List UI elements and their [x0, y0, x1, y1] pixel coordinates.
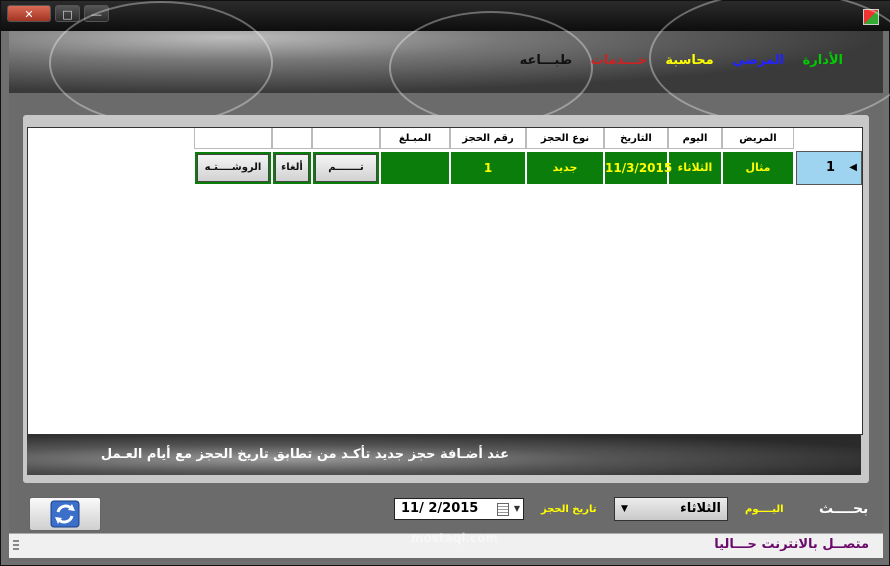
notice-banner: عند أضـافة حجز جديد تأكـد من تطابق تاريخ…: [27, 435, 861, 475]
row-header[interactable]: ◀ 1: [796, 151, 862, 185]
col-header-amount[interactable]: المبـلغ: [380, 128, 450, 149]
day-label: اليــــوم: [745, 504, 784, 515]
chevron-down-icon[interactable]: ▼: [621, 498, 628, 520]
cancel-button[interactable]: ألغاء: [275, 154, 309, 182]
connection-status: متصــل بالانترنت حـــاليا: [714, 537, 869, 552]
menu-item-patients[interactable]: المرضي: [732, 53, 784, 68]
menu-item-print[interactable]: طبـــاعه: [520, 53, 573, 68]
bookings-panel: المريض اليوم التاريخ نوع الحجز رقم الحجز…: [23, 115, 869, 483]
col-header-patient[interactable]: المريض: [722, 128, 794, 149]
cell-prescription: الروشــــتـه: [194, 151, 272, 185]
menu-item-services[interactable]: خـــدمات: [591, 53, 647, 68]
cell-done: تـــــــم: [312, 151, 380, 185]
notice-text: عند أضـافة حجز جديد تأكـد من تطابق تاريخ…: [100, 447, 509, 462]
cell-booking-type[interactable]: جديد: [526, 151, 604, 185]
col-header-booking-type[interactable]: نوع الحجز: [526, 128, 604, 149]
main-content: الأدارة المرضي محاسبة خـــدمات طبـــاعه …: [9, 0, 890, 561]
booking-date-value: 11/ 2/2015: [401, 501, 479, 516]
watermark: mostaql.com: [411, 531, 498, 545]
resize-grip-icon[interactable]: [13, 540, 19, 552]
app-window: ✕ □ — الأدارة المرضي محاسبة خـــدمات طبـ…: [0, 0, 890, 566]
search-label[interactable]: بحــــث: [819, 501, 868, 517]
bookings-grid[interactable]: المريض اليوم التاريخ نوع الحجز رقم الحجز…: [27, 127, 863, 435]
menu-item-admin[interactable]: الأدارة: [803, 53, 843, 68]
col-header-prescription: [194, 128, 272, 149]
day-select[interactable]: ▼ الثلاثاء: [614, 497, 728, 521]
cell-cancel: ألغاء: [272, 151, 312, 185]
cell-date[interactable]: 11/3/2015: [604, 151, 672, 185]
refresh-icon: [50, 500, 80, 528]
calendar-icon[interactable]: [497, 503, 509, 516]
main-menu: الأدارة المرضي محاسبة خـــدمات طبـــاعه: [506, 53, 843, 68]
col-header-booking-no[interactable]: رقم الحجز: [450, 128, 526, 149]
done-button[interactable]: تـــــــم: [315, 154, 377, 182]
cell-amount[interactable]: [380, 151, 450, 185]
booking-date-label: تاريخ الحجز: [541, 504, 597, 515]
filter-bar: 11/ 2/2015 ▼ تاريخ الحجز ▼ الثلاثاء اليـ…: [9, 493, 883, 533]
col-header-cancel: [272, 128, 312, 149]
cell-booking-no[interactable]: 1: [450, 151, 526, 185]
header-banner: الأدارة المرضي محاسبة خـــدمات طبـــاعه: [9, 0, 890, 125]
row-index: 1: [825, 160, 835, 175]
col-header-date[interactable]: التاريخ: [604, 128, 668, 149]
row-selector-icon: ◀: [849, 162, 857, 173]
col-header-day[interactable]: اليوم: [668, 128, 722, 149]
maximize-button[interactable]: □: [55, 5, 80, 22]
refresh-button[interactable]: [29, 497, 101, 531]
booking-date-picker[interactable]: 11/ 2/2015 ▼: [394, 498, 524, 520]
cell-day[interactable]: الثلاثاء: [668, 151, 722, 185]
col-header-done: [312, 128, 380, 149]
prescription-button[interactable]: الروشــــتـه: [197, 154, 269, 182]
day-select-value: الثلاثاء: [680, 501, 721, 516]
chevron-down-icon[interactable]: ▼: [514, 499, 520, 519]
cell-patient[interactable]: مثال: [722, 151, 794, 185]
menu-item-accounting[interactable]: محاسبة: [665, 53, 713, 68]
close-button[interactable]: ✕: [7, 5, 51, 22]
